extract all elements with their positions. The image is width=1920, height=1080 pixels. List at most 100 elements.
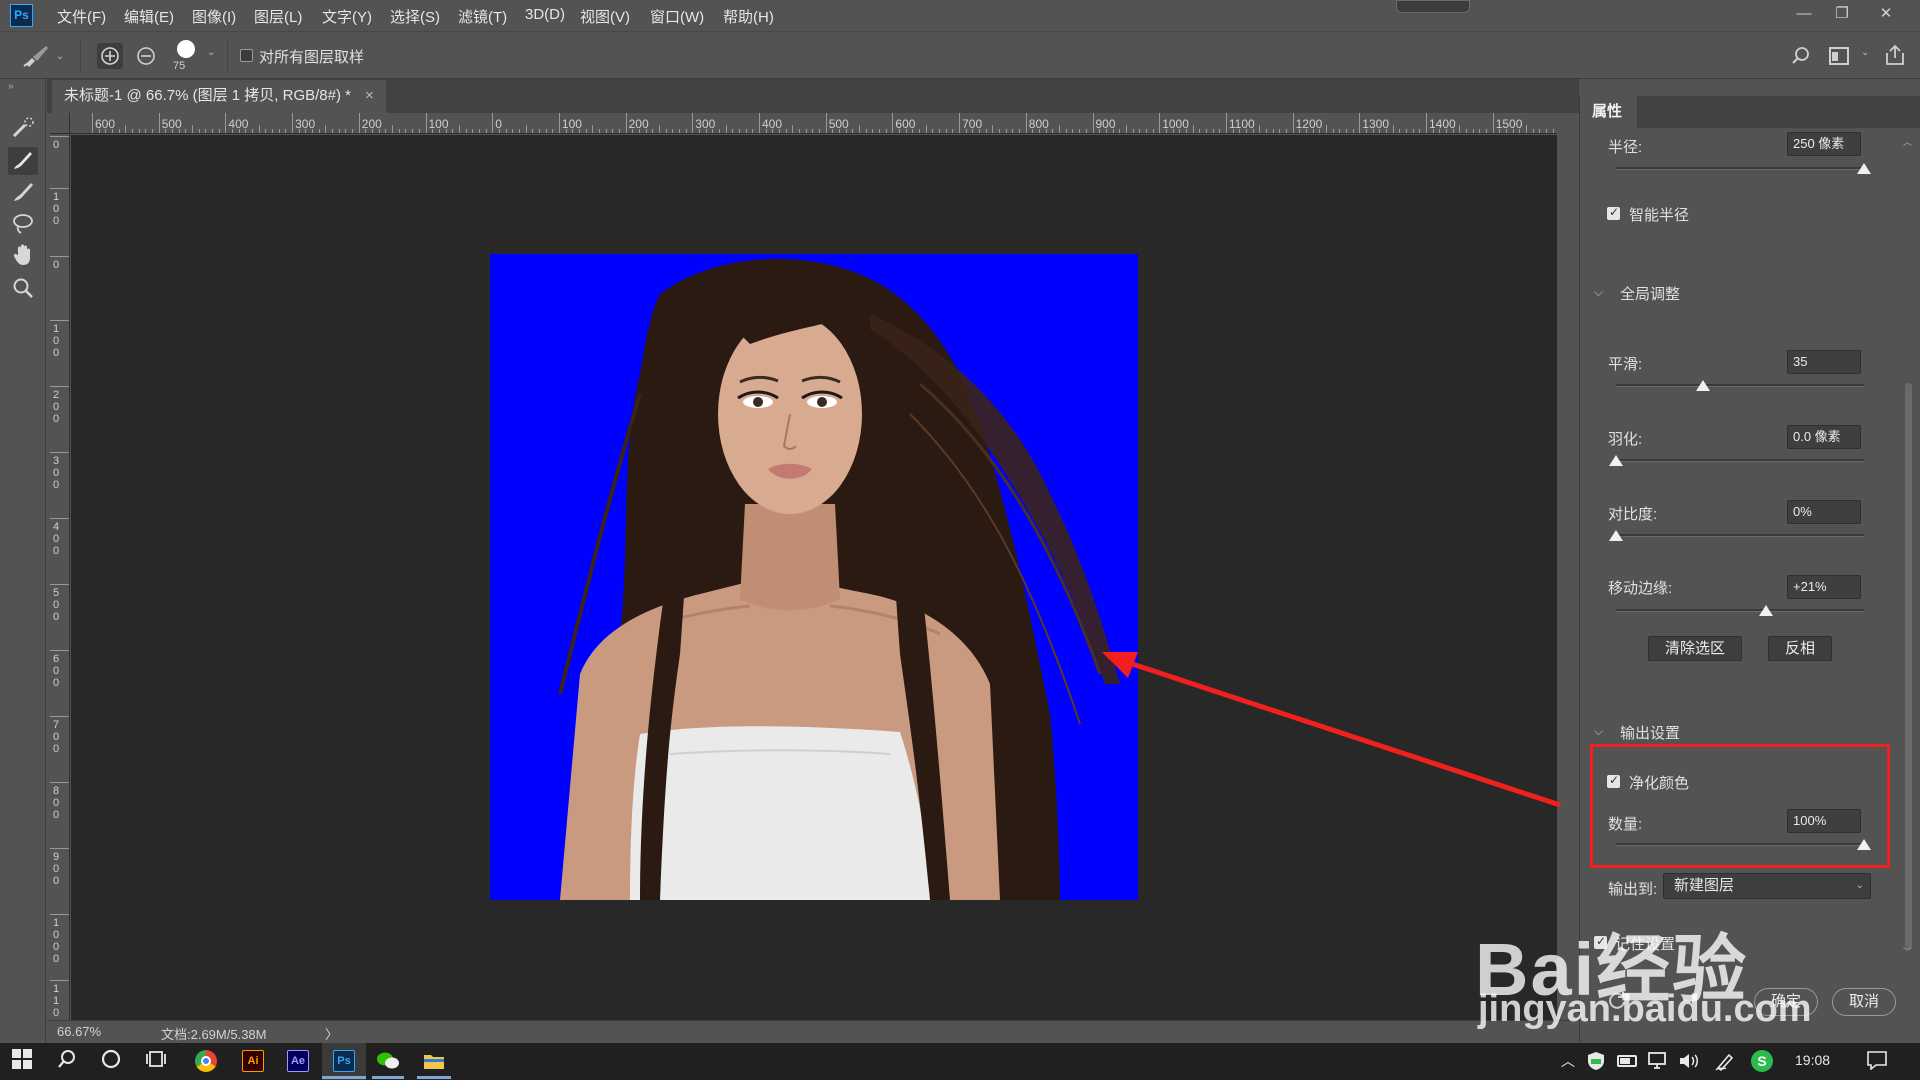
smooth-input[interactable]: 35 bbox=[1787, 350, 1861, 374]
pen-ink-icon[interactable] bbox=[1714, 1050, 1736, 1072]
running-app-indicator bbox=[372, 1076, 404, 1079]
chevron-down-icon[interactable]: ⌵ bbox=[1594, 285, 1603, 300]
volume-icon[interactable] bbox=[1678, 1051, 1700, 1071]
file-explorer-icon[interactable] bbox=[423, 1051, 445, 1071]
battery-icon[interactable] bbox=[1617, 1055, 1637, 1067]
scroll-up-icon[interactable]: ︿ bbox=[1903, 135, 1912, 148]
menu-item[interactable]: 窗口(W) bbox=[650, 6, 704, 27]
illustrator-icon[interactable]: Ai bbox=[242, 1050, 264, 1072]
ruler-minor-tick bbox=[1466, 129, 1468, 133]
feather-slider-handle[interactable] bbox=[1609, 455, 1623, 466]
quick-selection-tool-icon[interactable] bbox=[8, 115, 38, 143]
menu-item[interactable]: 帮助(H) bbox=[723, 6, 774, 27]
sogou-input-icon[interactable]: S bbox=[1751, 1050, 1773, 1072]
global-refinement-header[interactable]: 全局调整 bbox=[1620, 283, 1680, 304]
notification-icon[interactable] bbox=[1866, 1050, 1888, 1071]
ruler-tick bbox=[425, 113, 427, 133]
brush-size-preview[interactable] bbox=[177, 40, 195, 58]
properties-tab[interactable]: 属性 bbox=[1580, 96, 1637, 128]
workspace-dropdown-icon[interactable]: ⌄ bbox=[1861, 47, 1869, 58]
contrast-input[interactable]: 0% bbox=[1787, 500, 1861, 524]
ruler-minor-tick bbox=[318, 129, 320, 133]
clock[interactable]: 19:08 bbox=[1795, 1052, 1830, 1068]
brush-tool-icon[interactable] bbox=[8, 179, 38, 207]
sample-all-layers-checkbox[interactable] bbox=[240, 49, 253, 62]
cortana-icon[interactable] bbox=[97, 1048, 125, 1076]
smooth-slider-handle[interactable] bbox=[1695, 380, 1710, 391]
lasso-tool-icon[interactable] bbox=[8, 211, 38, 239]
ruler-minor-tick bbox=[532, 129, 534, 133]
output-settings-header[interactable]: 输出设置 bbox=[1620, 722, 1680, 743]
vertical-ruler[interactable]: 0100010020030040050060070080090010001100 bbox=[50, 134, 70, 1020]
search-icon[interactable] bbox=[53, 1048, 81, 1076]
windows-start-icon[interactable] bbox=[8, 1048, 36, 1076]
workspace-icon[interactable] bbox=[1829, 47, 1849, 65]
panel-scrollbar-thumb[interactable] bbox=[1905, 383, 1912, 949]
document-tab[interactable]: 未标题-1 @ 66.7% (图层 1 拷贝, RGB/8#) * × bbox=[52, 80, 386, 113]
chrome-icon[interactable] bbox=[195, 1050, 217, 1072]
menu-item[interactable]: 视图(V) bbox=[580, 6, 630, 27]
ruler-minor-tick bbox=[925, 125, 927, 133]
subtract-from-selection-button[interactable] bbox=[134, 44, 158, 68]
shift-edge-input[interactable]: +21% bbox=[1787, 575, 1861, 599]
ruler-origin[interactable] bbox=[50, 113, 70, 134]
menu-item[interactable]: 文件(F) bbox=[57, 6, 106, 27]
menu-item[interactable]: 图像(I) bbox=[192, 6, 236, 27]
minimize-button[interactable]: — bbox=[1784, 2, 1824, 26]
menu-item[interactable]: 文字(Y) bbox=[322, 6, 372, 27]
zoom-tool-icon[interactable] bbox=[8, 275, 38, 303]
tray-expand-icon[interactable]: ︿ bbox=[1561, 1051, 1575, 1071]
refine-brush-preset-icon[interactable] bbox=[22, 42, 52, 70]
shift-edge-slider[interactable] bbox=[1616, 609, 1864, 612]
invert-button[interactable]: 反相 bbox=[1768, 636, 1832, 661]
status-menu-arrow[interactable]: 〉 bbox=[325, 1024, 338, 1043]
chevron-down-icon: ⌄ bbox=[1855, 880, 1864, 891]
restore-button[interactable]: ❐ bbox=[1822, 2, 1862, 26]
contrast-slider[interactable] bbox=[1616, 534, 1864, 537]
brush-dropdown-icon[interactable]: ⌄ bbox=[207, 47, 215, 58]
share-icon[interactable] bbox=[1884, 43, 1906, 67]
horizontal-ruler[interactable]: 600 500 400 300 200 100 0 100 200 300 400 500 600 700… bbox=[70, 113, 1557, 134]
contrast-slider-handle[interactable] bbox=[1609, 530, 1623, 541]
collapse-icon[interactable]: » bbox=[8, 81, 14, 92]
menu-item[interactable]: 3D(D) bbox=[525, 6, 565, 23]
network-icon[interactable] bbox=[1646, 1051, 1668, 1071]
smart-radius-checkbox[interactable] bbox=[1607, 205, 1620, 220]
menu-item[interactable]: 滤镜(T) bbox=[458, 6, 507, 27]
radius-slider-handle[interactable] bbox=[1857, 163, 1871, 174]
task-view-icon[interactable] bbox=[142, 1048, 170, 1076]
menu-item[interactable]: 图层(L) bbox=[254, 6, 302, 27]
add-to-selection-button[interactable] bbox=[97, 43, 123, 69]
shift-edge-slider-handle[interactable] bbox=[1759, 605, 1774, 616]
menu-item[interactable]: 选择(S) bbox=[390, 6, 440, 27]
document-image[interactable] bbox=[490, 254, 1138, 900]
scroll-down-icon[interactable]: ﹀ bbox=[1903, 945, 1912, 958]
security-icon[interactable] bbox=[1586, 1050, 1606, 1072]
after-effects-icon[interactable]: Ae bbox=[287, 1050, 309, 1072]
close-button[interactable]: ✕ bbox=[1866, 2, 1906, 26]
cancel-button[interactable]: 取消 bbox=[1832, 988, 1896, 1016]
ruler-minor-tick bbox=[965, 129, 967, 133]
search-icon[interactable] bbox=[1790, 45, 1812, 67]
radius-slider[interactable] bbox=[1616, 167, 1864, 170]
smooth-slider[interactable] bbox=[1616, 384, 1864, 387]
zoom-level[interactable]: 66.67% bbox=[57, 1024, 101, 1039]
output-to-select[interactable]: 新建图层 ⌄ bbox=[1663, 873, 1871, 899]
refine-edge-brush-tool-icon[interactable] bbox=[8, 147, 38, 175]
feather-input[interactable]: 0.0 像素 bbox=[1787, 425, 1861, 449]
hand-tool-icon[interactable] bbox=[8, 242, 38, 270]
menu-item[interactable]: 编辑(E) bbox=[124, 6, 174, 27]
photoshop-taskbar-icon[interactable]: Ps bbox=[333, 1050, 355, 1072]
close-tab-icon[interactable]: × bbox=[365, 87, 374, 104]
ruler-minor-tick bbox=[725, 125, 727, 133]
ruler-minor-tick bbox=[705, 129, 707, 133]
clear-selection-button[interactable]: 清除选区 bbox=[1648, 636, 1742, 661]
radius-input[interactable]: 250 像素 bbox=[1787, 132, 1861, 156]
ruler-tick bbox=[50, 188, 69, 189]
ruler-minor-tick bbox=[1439, 129, 1441, 133]
chevron-down-icon[interactable]: ⌵ bbox=[1594, 724, 1603, 739]
wechat-icon[interactable] bbox=[376, 1050, 400, 1072]
feather-slider[interactable] bbox=[1616, 459, 1864, 462]
preset-dropdown-icon[interactable]: ⌄ bbox=[56, 51, 64, 62]
ruler-label: 100 bbox=[53, 323, 60, 359]
